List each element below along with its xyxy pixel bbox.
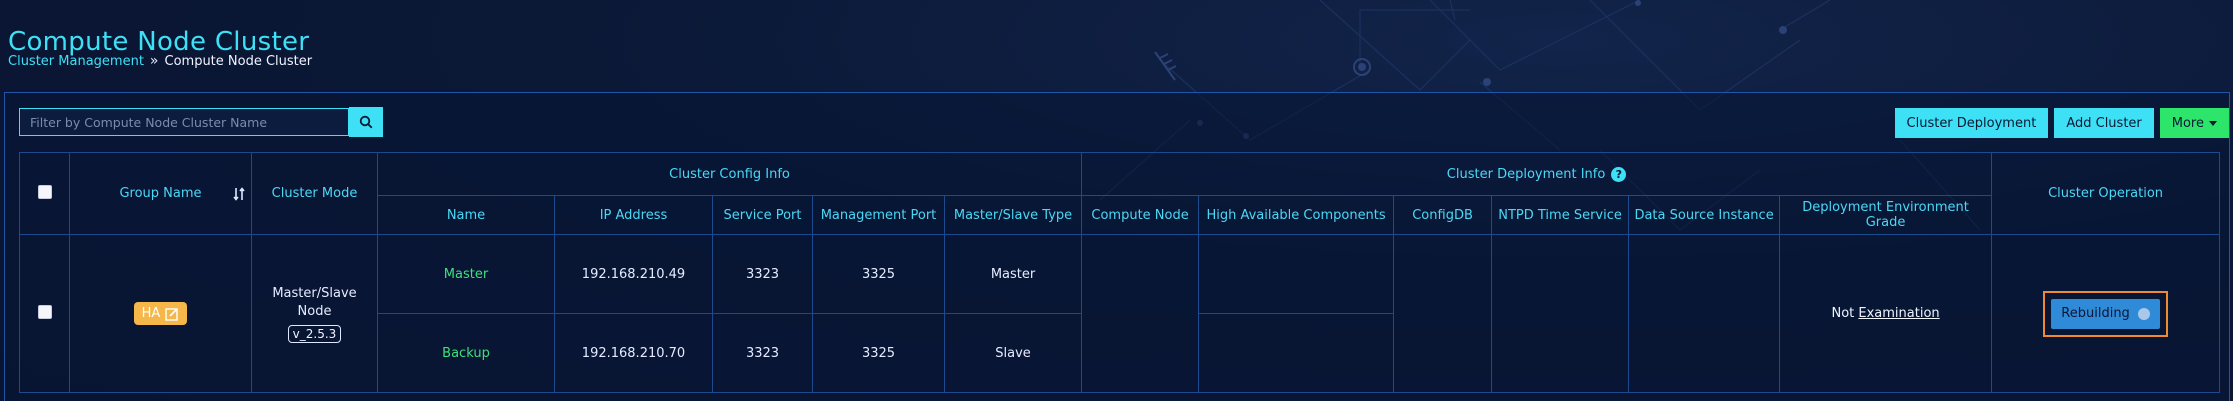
- header-service-port: Service Port: [712, 195, 813, 235]
- header-data-source-instance: Data Source Instance: [1628, 195, 1781, 235]
- node-name-backup[interactable]: Backup: [377, 313, 555, 393]
- cluster-mode-value: Master/Slave Node: [272, 285, 357, 319]
- select-all-checkbox[interactable]: [37, 184, 52, 199]
- header-deployment-env-grade: Deployment Environment Grade: [1779, 195, 1993, 235]
- header-configdb: ConfigDB: [1393, 195, 1493, 235]
- add-cluster-button[interactable]: Add Cluster: [2054, 108, 2154, 138]
- data-source-instance-cell: [1628, 234, 1781, 393]
- breadcrumb-separator: »: [149, 53, 159, 69]
- header-cluster-operation: Cluster Operation: [1991, 152, 2221, 235]
- header-compute-node: Compute Node: [1081, 195, 1200, 235]
- header-cluster-deployment-info: Cluster Deployment Info?: [1081, 152, 1993, 196]
- ntpd-cell: [1491, 234, 1630, 393]
- cluster-table: Group Name Cluster Mode Cluster Config I…: [19, 152, 2221, 393]
- node-ip-backup: 192.168.210.70: [554, 313, 713, 393]
- ha-components-cell-2: [1198, 313, 1395, 393]
- ha-badge[interactable]: HA: [133, 302, 188, 325]
- breadcrumb-current: Compute Node Cluster: [164, 53, 313, 69]
- group-name-cell: HA: [69, 234, 252, 393]
- loading-spinner-icon: [2137, 307, 2150, 320]
- node-type-backup: Slave: [943, 313, 1083, 393]
- search-button[interactable]: [349, 107, 383, 137]
- ha-components-cell-1: [1198, 234, 1395, 314]
- header-group-name[interactable]: Group Name: [69, 152, 252, 235]
- cluster-panel: Cluster Deployment Add Cluster More Grou…: [4, 92, 2230, 401]
- node-name-master[interactable]: Master: [377, 234, 555, 314]
- help-icon[interactable]: ?: [1611, 166, 1627, 182]
- header-cluster-config-info: Cluster Config Info: [376, 152, 1083, 196]
- header-group-name-label: Group Name: [119, 186, 202, 201]
- row-checkbox[interactable]: [37, 304, 52, 319]
- row-select-cell: [19, 234, 70, 393]
- ha-badge-label: HA: [141, 306, 161, 321]
- more-button[interactable]: More: [2159, 108, 2229, 138]
- table-row: HA Master/Slave Node v_2.5.3 Master 192.…: [19, 234, 2221, 393]
- header-name: Name: [377, 195, 555, 235]
- cluster-deployment-button[interactable]: Cluster Deployment: [1894, 108, 2049, 138]
- sort-icon[interactable]: [233, 186, 245, 201]
- header-cluster-deployment-info-label: Cluster Deployment Info: [1446, 166, 1606, 182]
- configdb-cell: [1393, 234, 1493, 393]
- node-service-port-master: 3323: [712, 234, 813, 314]
- deployment-env-grade-cell: Not Examination: [1779, 234, 1993, 393]
- more-button-label: More: [2171, 115, 2204, 131]
- compute-node-cell: [1081, 234, 1200, 393]
- rebuilding-highlight: Rebuilding: [2043, 290, 2168, 337]
- search-icon: [359, 115, 373, 129]
- header-ha-components: High Available Components: [1198, 195, 1395, 235]
- rebuilding-label: Rebuilding: [2061, 306, 2130, 321]
- header-ip-address: IP Address: [554, 195, 713, 235]
- select-all-cell: [19, 152, 70, 235]
- cluster-mode-cell: Master/Slave Node v_2.5.3: [251, 234, 378, 393]
- version-badge: v_2.5.3: [287, 324, 342, 343]
- env-grade-prefix: Not: [1831, 306, 1855, 321]
- table-header-row: Group Name Cluster Mode Cluster Config I…: [19, 152, 2221, 235]
- node-type-master: Master: [943, 234, 1083, 314]
- header-management-port: Management Port: [812, 195, 945, 235]
- header-ntpd: NTPD Time Service: [1491, 195, 1630, 235]
- header-master-slave-type: Master/Slave Type: [943, 195, 1083, 235]
- breadcrumb: Cluster Management » Compute Node Cluste…: [8, 53, 312, 69]
- rebuilding-button[interactable]: Rebuilding: [2051, 298, 2160, 329]
- search-input[interactable]: [19, 108, 349, 136]
- node-management-port-master: 3325: [812, 234, 945, 314]
- cluster-operation-cell: Rebuilding: [1991, 234, 2221, 393]
- edit-icon: [165, 307, 179, 321]
- node-ip-master: 192.168.210.49: [554, 234, 713, 314]
- toolbar-actions: Cluster Deployment Add Cluster More: [1894, 108, 2229, 138]
- search-bar: [19, 107, 383, 137]
- breadcrumb-link-cluster-management[interactable]: Cluster Management: [8, 54, 144, 69]
- node-service-port-backup: 3323: [712, 313, 813, 393]
- header-cluster-mode: Cluster Mode: [251, 152, 378, 235]
- examination-link[interactable]: Examination: [1858, 306, 1939, 321]
- caret-down-icon: [2209, 120, 2217, 126]
- node-management-port-backup: 3325: [812, 313, 945, 393]
